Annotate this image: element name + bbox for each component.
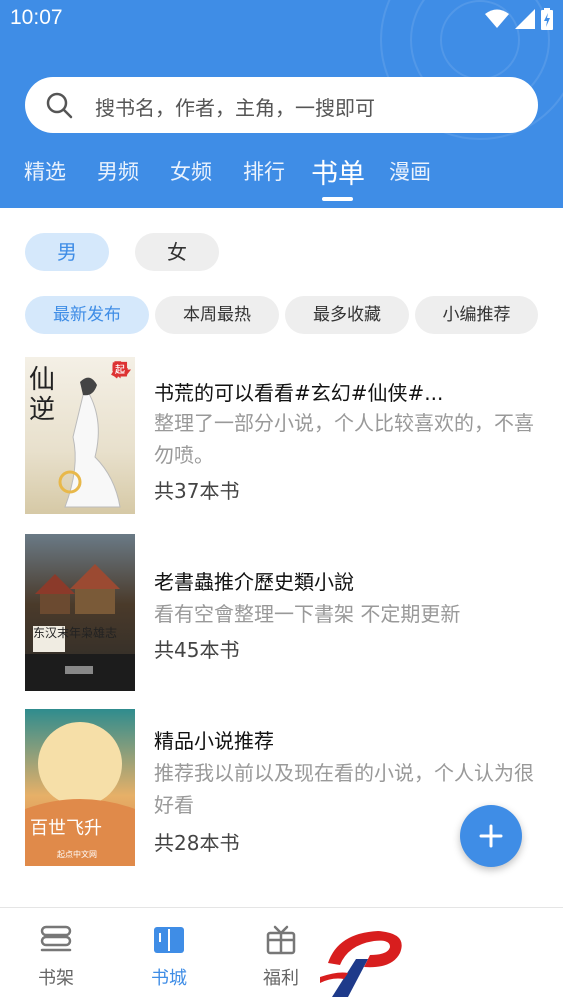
booklist-description: 看有空會整理一下書架 不定期更新 bbox=[154, 602, 461, 626]
booklist-count: 共45本书 bbox=[154, 638, 240, 662]
tab-indicator bbox=[322, 197, 353, 201]
brand-logo bbox=[320, 931, 402, 997]
bookshelf-icon bbox=[40, 925, 72, 952]
booklist-title: 老書蟲推介歷史類小說 bbox=[154, 570, 354, 594]
status-bar: 10:07 bbox=[0, 0, 563, 40]
booklist-count: 共37本书 bbox=[154, 479, 240, 503]
cover-title: 东汉末年枭雄志 bbox=[33, 626, 118, 640]
tab-male[interactable]: 男频 bbox=[97, 156, 139, 186]
booklist-item[interactable]: 起 起 仙逆 书荒的可以看看#玄幻#仙侠#... 整理了一部分小说，个人比较喜欢… bbox=[0, 357, 563, 517]
nav-bookshelf[interactable]: 书架 bbox=[21, 924, 91, 990]
tab-booklist[interactable]: 书单 bbox=[311, 152, 365, 191]
book-open-icon bbox=[154, 927, 184, 953]
battery-icon bbox=[541, 8, 553, 30]
header: 10:07 搜书名，作者，主角，一搜即可 精选 男频 女频 排行 书单 漫画 bbox=[0, 0, 563, 208]
search-bar[interactable]: 搜书名，作者，主角，一搜即可 bbox=[25, 77, 538, 133]
search-placeholder: 搜书名，作者，主角，一搜即可 bbox=[95, 96, 375, 120]
signal-icon bbox=[515, 9, 535, 29]
add-booklist-button[interactable] bbox=[460, 805, 522, 867]
tab-featured[interactable]: 精选 bbox=[24, 156, 66, 186]
category-tabs: 精选 男频 女频 排行 书单 漫画 bbox=[0, 150, 563, 201]
booklist-count: 共28本书 bbox=[154, 831, 240, 855]
filter-most-favorited[interactable]: 最多收藏 bbox=[285, 296, 409, 334]
filter-latest[interactable]: 最新发布 bbox=[25, 296, 149, 334]
booklist-item[interactable]: 东汉末年枭雄志 老書蟲推介歷史類小說 看有空會整理一下書架 不定期更新 共45本… bbox=[0, 534, 563, 694]
bottom-nav: 书架 书城 福利 bbox=[0, 907, 563, 1002]
cover-title: 百世飞升 bbox=[30, 818, 102, 839]
svg-text:起: 起 bbox=[115, 364, 125, 376]
tab-ranking[interactable]: 排行 bbox=[243, 156, 285, 186]
booklist-description: 整理了一部分小说，个人比较喜欢的，不喜勿喷。 bbox=[154, 411, 534, 467]
filter-editor-pick[interactable]: 小编推荐 bbox=[415, 296, 538, 334]
status-icons bbox=[485, 8, 553, 30]
cover-title: 仙逆 bbox=[29, 365, 56, 425]
filter-weekly-hot[interactable]: 本周最热 bbox=[155, 296, 279, 334]
nav-bookstore[interactable]: 书城 bbox=[134, 924, 204, 990]
nav-label: 书架 bbox=[38, 968, 74, 989]
cover-publisher: 起点中文网 bbox=[57, 850, 97, 859]
gift-icon bbox=[266, 925, 296, 955]
gender-female-button[interactable]: 女 bbox=[135, 233, 219, 271]
cover-art bbox=[25, 564, 135, 691]
tab-comics[interactable]: 漫画 bbox=[389, 156, 431, 186]
nav-welfare[interactable]: 福利 bbox=[246, 924, 316, 990]
booklist-title: 书荒的可以看看#玄幻#仙侠#... bbox=[154, 381, 444, 405]
nav-label: 福利 bbox=[263, 968, 299, 989]
nav-label: 书城 bbox=[151, 968, 187, 989]
book-cover: 起 起 仙逆 bbox=[25, 357, 135, 514]
wifi-icon bbox=[485, 9, 509, 28]
status-time: 10:07 bbox=[10, 6, 63, 29]
cover-art bbox=[25, 722, 135, 866]
plus-icon bbox=[479, 824, 503, 848]
tab-female[interactable]: 女频 bbox=[170, 156, 212, 186]
search-icon bbox=[46, 92, 73, 119]
book-cover: 东汉末年枭雄志 bbox=[25, 534, 135, 691]
book-cover: 百世飞升 起点中文网 bbox=[25, 709, 135, 866]
gender-male-button[interactable]: 男 bbox=[25, 233, 109, 271]
booklist-title: 精品小说推荐 bbox=[154, 729, 274, 753]
